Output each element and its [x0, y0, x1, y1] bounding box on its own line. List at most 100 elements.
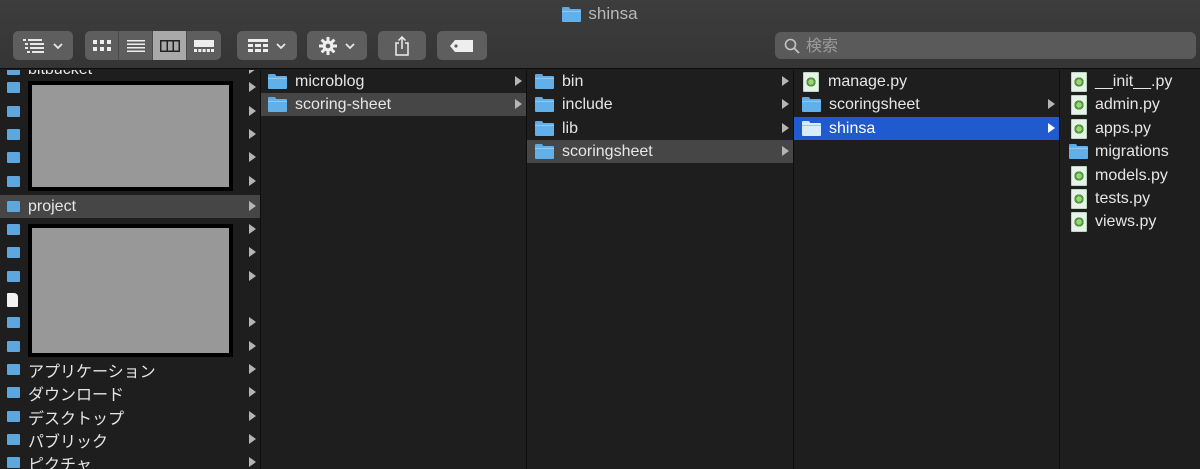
disclosure-arrow-icon: [1048, 123, 1055, 133]
list-view-button[interactable]: [119, 31, 153, 60]
folder-icon: [535, 97, 554, 112]
sidebar-item-downloads[interactable]: ダウンロード: [0, 381, 260, 404]
python-file-icon: [1071, 94, 1087, 115]
disclosure-arrow-icon: [249, 364, 256, 374]
window-title-label: shinsa: [588, 4, 638, 23]
document-icon: [7, 292, 18, 307]
python-file-icon: [1071, 118, 1087, 139]
folder-icon: [7, 247, 20, 258]
disclosure-arrow-icon: [782, 76, 789, 86]
sidebar-item-pictures[interactable]: ピクチャ: [0, 451, 260, 469]
downloads-folder-icon: [7, 387, 20, 398]
gallery-view-icon: [194, 39, 214, 52]
list-item-models-py[interactable]: models.py: [1060, 164, 1200, 187]
folder-icon: [7, 152, 20, 163]
sidebar-column: bitbucket project アプリケーション ダウンロード デスクトップ…: [0, 70, 261, 469]
disclosure-arrow-icon: [515, 99, 522, 109]
column-view-button[interactable]: [153, 31, 187, 60]
group-button[interactable]: [237, 31, 297, 60]
tag-button[interactable]: [437, 31, 487, 60]
list-item-microblog[interactable]: microblog: [261, 70, 526, 93]
python-file-icon: [1071, 188, 1087, 209]
python-file-icon: [1071, 71, 1087, 92]
icon-view-button[interactable]: [85, 31, 119, 60]
action-button[interactable]: [307, 31, 367, 60]
folder-icon: [535, 121, 554, 136]
folder-icon: [7, 201, 20, 212]
sidebar-item-desktop[interactable]: デスクトップ: [0, 405, 260, 428]
folder-icon: [7, 70, 20, 75]
folder-icon: [7, 176, 20, 187]
folder-icon: [535, 144, 554, 159]
disclosure-arrow-icon: [782, 99, 789, 109]
list-item-scoringsheet[interactable]: scoringsheet: [527, 140, 793, 163]
list-item-init-py[interactable]: __init__.py: [1060, 70, 1200, 93]
list-item-scoring-sheet[interactable]: scoring-sheet: [261, 93, 526, 116]
search-icon: [784, 38, 800, 54]
toolbar: shinsa: [0, 0, 1200, 69]
folder-icon: [7, 224, 20, 235]
disclosure-arrow-icon: [249, 201, 256, 211]
python-file-icon: [803, 71, 819, 92]
list-item-shinsa[interactable]: shinsa: [794, 117, 1059, 140]
disclosure-arrow-icon: [249, 82, 256, 92]
folder-icon: [7, 82, 20, 93]
disclosure-arrow-icon: [782, 146, 789, 156]
pictures-folder-icon: [7, 457, 20, 468]
chevron-down-icon: [53, 42, 63, 49]
applications-folder-icon: [7, 364, 20, 375]
icon-view-icon: [92, 39, 111, 51]
disclosure-arrow-icon: [249, 387, 256, 397]
window-title: shinsa: [0, 4, 1200, 24]
list-item-migrations[interactable]: migrations: [1060, 140, 1200, 163]
folder-icon: [802, 97, 821, 112]
browser-column-4: __init__.py admin.py apps.py migrations …: [1060, 70, 1200, 469]
sidebar-item-public[interactable]: パブリック: [0, 428, 260, 451]
disclosure-arrow-icon: [249, 152, 256, 162]
disclosure-arrow-icon: [249, 129, 256, 139]
folder-icon: [7, 106, 20, 117]
group-icon: [248, 38, 268, 52]
folder-icon: [1069, 144, 1088, 159]
python-file-icon: [1071, 165, 1087, 186]
folder-icon: [7, 271, 20, 282]
disclosure-arrow-icon: [249, 176, 256, 186]
desktop-folder-icon: [7, 411, 20, 422]
browser-column-3: manage.py scoringsheet shinsa: [794, 70, 1060, 469]
disclosure-arrow-icon: [249, 106, 256, 116]
list-item-admin-py[interactable]: admin.py: [1060, 93, 1200, 116]
disclosure-arrow-icon: [249, 247, 256, 257]
browser-column-1: microblog scoring-sheet: [261, 70, 527, 469]
folder-icon: [7, 317, 20, 328]
list-item-apps-py[interactable]: apps.py: [1060, 117, 1200, 140]
list-view-icon: [126, 39, 145, 52]
search-input[interactable]: [806, 36, 1186, 55]
list-item-scoringsheet[interactable]: scoringsheet: [794, 93, 1059, 116]
folder-icon: [802, 121, 821, 136]
chevron-down-icon: [276, 42, 286, 49]
sidebar-item-applications[interactable]: アプリケーション: [0, 358, 260, 381]
sidebar-options-button[interactable]: [13, 31, 73, 60]
gallery-view-button[interactable]: [187, 31, 221, 60]
sidebar-item-project[interactable]: project: [0, 195, 260, 218]
disclosure-arrow-icon: [1048, 99, 1055, 109]
disclosure-arrow-icon: [249, 341, 256, 351]
list-item-manage-py[interactable]: manage.py: [794, 70, 1059, 93]
tag-icon: [450, 39, 473, 52]
disclosure-arrow-icon: [249, 271, 256, 281]
browser-column-2: bin include lib scoringsheet: [527, 70, 794, 469]
disclosure-arrow-icon: [249, 317, 256, 327]
disclosure-arrow-icon: [782, 123, 789, 133]
list-item-views-py[interactable]: views.py: [1060, 210, 1200, 233]
folder-icon: [7, 341, 20, 352]
list-item-lib[interactable]: lib: [527, 117, 793, 140]
column-view-icon: [159, 39, 180, 52]
redacted-area: [28, 81, 233, 191]
folder-icon: [7, 129, 20, 140]
share-button[interactable]: [378, 31, 426, 60]
list-item-tests-py[interactable]: tests.py: [1060, 187, 1200, 210]
search-field[interactable]: [775, 32, 1196, 59]
sidebar-list-icon: [23, 38, 44, 53]
list-item-include[interactable]: include: [527, 93, 793, 116]
list-item-bin[interactable]: bin: [527, 70, 793, 93]
